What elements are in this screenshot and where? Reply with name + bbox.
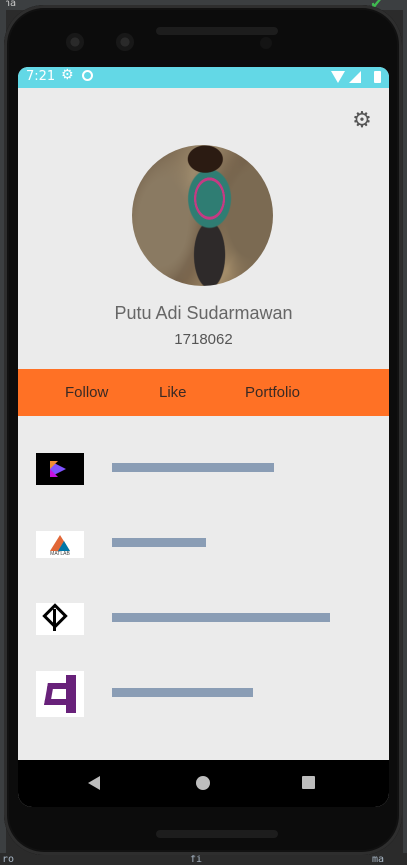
signal-icon: [349, 71, 361, 83]
gear-icon: ⚙: [61, 67, 74, 83]
skill-bar: [112, 613, 330, 622]
kotlin-logo: [36, 453, 84, 485]
battery-icon: [374, 71, 381, 83]
back-icon[interactable]: [88, 776, 100, 790]
gear-icon: ⚙: [352, 108, 372, 133]
top-speaker: [156, 27, 278, 35]
recents-icon[interactable]: [302, 776, 315, 789]
skill-bar: [112, 538, 206, 547]
skill-row-matlab: MATLAB: [18, 531, 389, 571]
camera-icon: [66, 33, 84, 51]
wifi-icon: [331, 71, 345, 83]
profile-name: Putu Adi Sudarmawan: [114, 303, 293, 323]
follow-button[interactable]: Follow: [65, 369, 108, 416]
skill-row-visual-studio: [18, 671, 389, 717]
profile-id: 1718062: [174, 331, 233, 348]
sensor-icon: [260, 37, 272, 49]
avatar: [132, 145, 273, 286]
like-button[interactable]: Like: [159, 369, 187, 416]
visual-studio-logo: [36, 671, 84, 717]
skill-row-kotlin: [18, 453, 389, 493]
action-bar: Follow Like Portfolio: [18, 369, 389, 416]
desktop-bottom-left: ro: [2, 854, 15, 865]
sync-icon: [82, 70, 93, 81]
skill-row-unity: [18, 603, 389, 643]
skill-bar: [112, 463, 274, 472]
bottom-speaker: [156, 830, 278, 838]
navigation-bar: [18, 760, 389, 807]
desktop-bottom-right: ma: [372, 854, 385, 865]
matlab-logo: MATLAB: [36, 531, 84, 558]
portfolio-button[interactable]: Portfolio: [245, 369, 300, 416]
desktop-bottom-mid: fi: [190, 854, 203, 865]
status-bar: 7:21 ⚙: [18, 67, 389, 88]
skill-bar: [112, 688, 253, 697]
camera-icon: [116, 33, 134, 51]
unity-logo: [36, 603, 84, 635]
desktop-right-strip: [403, 0, 407, 863]
status-time: 7:21: [26, 69, 56, 84]
settings-button[interactable]: ⚙: [350, 109, 374, 133]
home-icon[interactable]: [196, 776, 210, 790]
matlab-logo-text: MATLAB: [50, 551, 70, 557]
app-screen: 7:21 ⚙ ⚙ Putu Adi Sudarmawan 1718062 Fol…: [18, 67, 389, 807]
